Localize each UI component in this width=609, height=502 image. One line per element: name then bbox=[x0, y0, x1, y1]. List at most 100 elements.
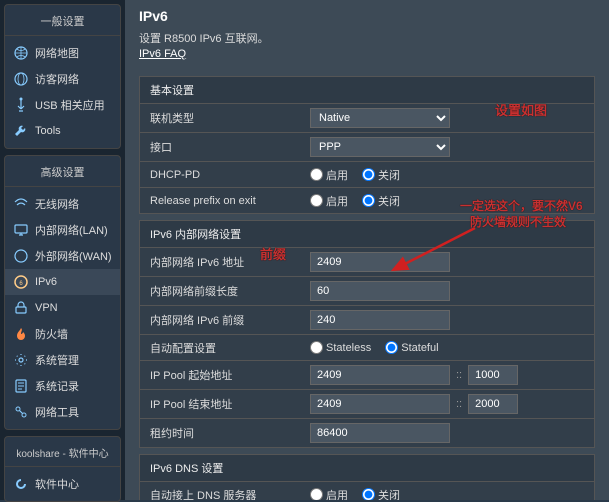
sidebar-label: 网络地图 bbox=[35, 45, 79, 61]
label-prefixlen: 内部网络前缀长度 bbox=[150, 283, 310, 299]
section-basic: 基本设置 bbox=[139, 76, 595, 104]
swirl-icon bbox=[13, 476, 29, 492]
sidebar-label: 系统管理 bbox=[35, 352, 79, 368]
sidebar-item-usb[interactable]: USB 相关应用 bbox=[5, 92, 120, 118]
row-prefixlen: 内部网络前缀长度 bbox=[139, 277, 595, 306]
gear-icon bbox=[13, 352, 29, 368]
label-poolstart: IP Pool 起始地址 bbox=[150, 367, 310, 383]
wifi-icon bbox=[13, 196, 29, 212]
nettool-icon bbox=[13, 404, 29, 420]
vpn-icon bbox=[13, 300, 29, 316]
sidebar-label: 访客网络 bbox=[35, 71, 79, 87]
faq-link[interactable]: IPv6 FAQ bbox=[139, 48, 186, 60]
sidebar-item-lan[interactable]: 内部网络(LAN) bbox=[5, 217, 120, 243]
label-dhcppd: DHCP-PD bbox=[150, 169, 310, 181]
row-dhcppd: DHCP-PD 启用 关闭 bbox=[139, 162, 595, 188]
row-release: Release prefix on exit 启用 关闭 bbox=[139, 188, 595, 214]
radio-release-enable[interactable]: 启用 bbox=[310, 193, 348, 209]
radio-release-disable[interactable]: 关闭 bbox=[362, 193, 400, 209]
sidebar-item-nettools[interactable]: 网络工具 bbox=[5, 399, 120, 425]
sidebar-item-vpn[interactable]: VPN bbox=[5, 295, 120, 321]
sidebar-item-syslog[interactable]: 系统记录 bbox=[5, 373, 120, 399]
radio-dns-enable[interactable]: 启用 bbox=[310, 487, 348, 501]
sidebar-header-advanced: 高级设置 bbox=[5, 160, 120, 187]
label-iface: 接口 bbox=[150, 139, 310, 155]
sidebar-header-koolshare: koolshare - 软件中心 bbox=[5, 441, 120, 467]
sidebar-item-softcenter[interactable]: 软件中心 bbox=[5, 471, 120, 497]
colon-sep: :: bbox=[456, 398, 462, 410]
label-release: Release prefix on exit bbox=[150, 195, 310, 207]
page-title: IPv6 bbox=[139, 8, 595, 24]
sidebar-label: VPN bbox=[35, 302, 58, 314]
label-poolend: IP Pool 结束地址 bbox=[150, 396, 310, 412]
fire-icon bbox=[13, 326, 29, 342]
radio-stateful[interactable]: Stateful bbox=[385, 341, 438, 354]
select-conntype[interactable]: Native bbox=[310, 108, 450, 128]
row-autodns: 自动接上 DNS 服务器 启用 关闭 bbox=[139, 482, 595, 500]
lan-icon bbox=[13, 222, 29, 238]
row-lease: 租约时间 bbox=[139, 419, 595, 448]
log-icon bbox=[13, 378, 29, 394]
label-autoconf: 自动配置设置 bbox=[150, 340, 310, 356]
radio-dhcppd-disable[interactable]: 关闭 bbox=[362, 167, 400, 183]
colon-sep: :: bbox=[456, 369, 462, 381]
wan-icon bbox=[13, 248, 29, 264]
input-poolend-a[interactable] bbox=[310, 394, 450, 414]
sidebar-label: 无线网络 bbox=[35, 196, 79, 212]
input-poolend-b[interactable] bbox=[468, 394, 518, 414]
row-iface: 接口 PPP bbox=[139, 133, 595, 162]
input-poolstart-b[interactable] bbox=[468, 365, 518, 385]
sidebar-label: 软件中心 bbox=[35, 476, 79, 492]
row-lanaddr: 内部网络 IPv6 地址 bbox=[139, 248, 595, 277]
label-lanaddr: 内部网络 IPv6 地址 bbox=[150, 254, 310, 270]
wrench-icon bbox=[13, 123, 29, 139]
sidebar-label: 网络工具 bbox=[35, 404, 79, 420]
input-lanprefix[interactable] bbox=[310, 310, 450, 330]
sidebar-item-tools[interactable]: Tools bbox=[5, 118, 120, 144]
sidebar-item-wan[interactable]: 外部网络(WAN) bbox=[5, 243, 120, 269]
label-lease: 租约时间 bbox=[150, 425, 310, 441]
sidebar-label: 内部网络(LAN) bbox=[35, 222, 108, 238]
sidebar-item-admin[interactable]: 系统管理 bbox=[5, 347, 120, 373]
label-conntype: 联机类型 bbox=[150, 110, 310, 126]
sidebar-item-firewall[interactable]: 防火墙 bbox=[5, 321, 120, 347]
row-autoconf: 自动配置设置 Stateless Stateful bbox=[139, 335, 595, 361]
row-conntype: 联机类型 Native bbox=[139, 104, 595, 133]
sidebar-item-wireless[interactable]: 无线网络 bbox=[5, 191, 120, 217]
sidebar-label: 防火墙 bbox=[35, 326, 68, 342]
main-content: IPv6 设置 R8500 IPv6 互联网。 IPv6 FAQ 基本设置 联机… bbox=[125, 0, 609, 500]
globe-icon bbox=[13, 45, 29, 61]
section-internal: IPv6 内部网络设置 bbox=[139, 220, 595, 248]
section-dns: IPv6 DNS 设置 bbox=[139, 454, 595, 482]
svg-text:6: 6 bbox=[19, 281, 23, 287]
sidebar-item-guest[interactable]: 访客网络 bbox=[5, 66, 120, 92]
input-lease[interactable] bbox=[310, 423, 450, 443]
ipv6-icon: 6 bbox=[13, 274, 29, 290]
row-poolend: IP Pool 结束地址 :: bbox=[139, 390, 595, 419]
sidebar-label: USB 相关应用 bbox=[35, 97, 105, 113]
radio-dns-disable[interactable]: 关闭 bbox=[362, 487, 400, 501]
sidebar: 一般设置 网络地图 访客网络 USB 相关应用 Tools 高级设置 无线网络 … bbox=[0, 0, 125, 500]
input-lanaddr[interactable] bbox=[310, 252, 450, 272]
sidebar-item-ipv6[interactable]: 6 IPv6 bbox=[5, 269, 120, 295]
select-iface[interactable]: PPP bbox=[310, 137, 450, 157]
label-autodns: 自动接上 DNS 服务器 bbox=[150, 487, 310, 501]
sidebar-header-general: 一般设置 bbox=[5, 9, 120, 36]
radio-stateless[interactable]: Stateless bbox=[310, 341, 371, 354]
sidebar-section-koolshare: koolshare - 软件中心 软件中心 bbox=[4, 436, 121, 502]
globe2-icon bbox=[13, 71, 29, 87]
row-poolstart: IP Pool 起始地址 :: bbox=[139, 361, 595, 390]
usb-icon bbox=[13, 97, 29, 113]
sidebar-label: 外部网络(WAN) bbox=[35, 248, 112, 264]
sidebar-label: IPv6 bbox=[35, 276, 57, 288]
input-poolstart-a[interactable] bbox=[310, 365, 450, 385]
sidebar-section-advanced: 高级设置 无线网络 内部网络(LAN) 外部网络(WAN) 6IPv6 VPN … bbox=[4, 155, 121, 430]
row-lanprefix: 内部网络 IPv6 前缀 bbox=[139, 306, 595, 335]
page-subtitle: 设置 R8500 IPv6 互联网。 bbox=[139, 30, 595, 46]
sidebar-item-netmap[interactable]: 网络地图 bbox=[5, 40, 120, 66]
sidebar-label: Tools bbox=[35, 125, 61, 137]
radio-dhcppd-enable[interactable]: 启用 bbox=[310, 167, 348, 183]
sidebar-label: 系统记录 bbox=[35, 378, 79, 394]
label-lanprefix: 内部网络 IPv6 前缀 bbox=[150, 312, 310, 328]
input-prefixlen[interactable] bbox=[310, 281, 450, 301]
